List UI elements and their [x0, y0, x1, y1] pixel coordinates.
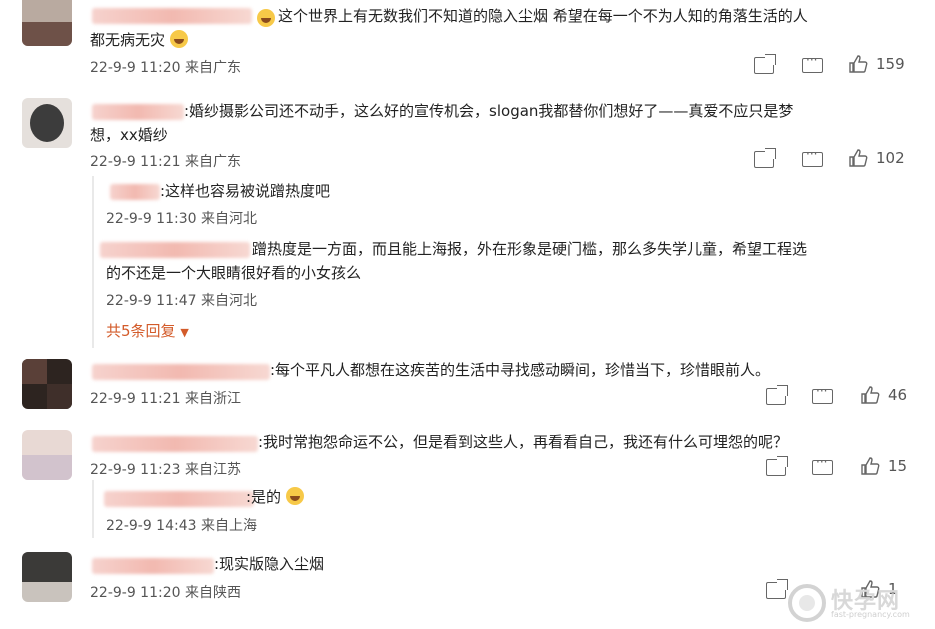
like-icon — [848, 149, 868, 167]
comment-icon — [812, 455, 833, 475]
reply-username-blurred[interactable] — [110, 184, 160, 200]
reply-time: 22-9-9 11:30 来自河北 — [106, 211, 257, 227]
share-icon — [766, 459, 786, 476]
like-icon — [860, 386, 880, 404]
username-blurred[interactable] — [92, 436, 258, 452]
reply-time: 22-9-9 11:47 来自河北 — [106, 293, 257, 309]
caret-down-icon: ▼ — [180, 326, 189, 339]
comment-time: 22-9-9 11:21 来自广东 — [90, 154, 241, 170]
comment-text: :每个平凡人都想在这疾苦的生活中寻找感动瞬间，珍惜当下，珍惜眼前人。 — [270, 361, 771, 379]
comment-button[interactable] — [812, 455, 833, 475]
site-watermark: 快孕网 fast-pregnancy.com — [787, 581, 927, 625]
like-button[interactable]: 159 — [848, 55, 905, 73]
watermark-url: fast-pregnancy.com — [831, 610, 910, 619]
comment-time: 22-9-9 11:20 来自陕西 — [90, 585, 241, 601]
share-button[interactable] — [766, 388, 786, 405]
comment-button[interactable] — [802, 147, 823, 167]
username-blurred[interactable] — [92, 558, 214, 574]
comment-text-line2: 都无病无灾 — [90, 29, 188, 52]
cry-emoji-icon — [169, 30, 188, 48]
like-count: 15 — [888, 457, 908, 475]
reply-text-line2: 的不还是一个大眼睛很好看的小女孩么 — [106, 264, 362, 282]
reply-username-blurred[interactable] — [100, 242, 250, 258]
comment-text: :现实版隐入尘烟 — [214, 555, 325, 573]
username-blurred[interactable] — [92, 364, 270, 380]
comment-text-line2: 想，xx婚纱 — [90, 126, 168, 144]
avatar[interactable] — [22, 359, 72, 409]
reply-time: 22-9-9 14:43 来自上海 — [106, 518, 257, 534]
comment-icon — [802, 147, 823, 167]
share-icon — [766, 388, 786, 405]
expand-replies-link[interactable]: 共5条回复 ▼ — [106, 320, 189, 341]
comment-button[interactable] — [812, 384, 833, 404]
share-button[interactable] — [754, 57, 774, 74]
comment-text: :婚纱摄影公司还不动手，这么好的宣传机会，slogan我都替你们想好了——真爱不… — [184, 102, 794, 120]
comment-text: 这个世界上有无数我们不知道的隐入尘烟 希望在每一个不为人知的角落生活的人 — [278, 7, 808, 25]
reply-username-blurred[interactable] — [104, 491, 254, 507]
username-blurred[interactable] — [92, 104, 184, 120]
comment-time: 22-9-9 11:23 来自江苏 — [90, 462, 241, 478]
like-icon — [860, 457, 880, 475]
like-count: 102 — [876, 149, 905, 167]
like-count: 159 — [876, 55, 905, 73]
comment-time: 22-9-9 11:20 来自广东 — [90, 60, 241, 76]
share-button[interactable] — [766, 459, 786, 476]
share-button[interactable] — [754, 151, 774, 168]
reply-text: 蹭热度是一方面，而且能上海报，外在形象是硬门槛，那么多失学儿童，希望工程选 — [252, 240, 808, 258]
avatar[interactable] — [22, 430, 72, 480]
avatar[interactable] — [22, 552, 72, 602]
like-button[interactable]: 102 — [848, 149, 905, 167]
expand-replies-label: 共5条回复 — [106, 322, 176, 340]
comment-icon — [812, 384, 833, 404]
comment-time: 22-9-9 11:21 来自浙江 — [90, 391, 241, 407]
like-icon — [848, 55, 868, 73]
comment-button[interactable] — [802, 53, 823, 73]
share-button[interactable] — [766, 582, 786, 599]
comment-icon — [802, 53, 823, 73]
username-blurred[interactable] — [92, 8, 252, 24]
cry-emoji-icon — [285, 487, 304, 505]
like-button[interactable]: 46 — [860, 386, 907, 404]
comment-text: :我时常抱怨命运不公，但是看到这些人，再看看自己，我还有什么可埋怨的呢？ — [258, 433, 789, 451]
share-icon — [766, 582, 786, 599]
share-icon — [754, 151, 774, 168]
reply-text: :是的 — [246, 486, 304, 509]
like-button[interactable]: 15 — [860, 457, 907, 475]
like-count: 46 — [888, 386, 908, 404]
share-icon — [754, 57, 774, 74]
reply-text: :这样也容易被说蹭热度吧 — [160, 182, 331, 200]
avatar[interactable] — [22, 98, 72, 148]
avatar[interactable] — [22, 0, 72, 46]
emoji-icon — [257, 9, 275, 27]
